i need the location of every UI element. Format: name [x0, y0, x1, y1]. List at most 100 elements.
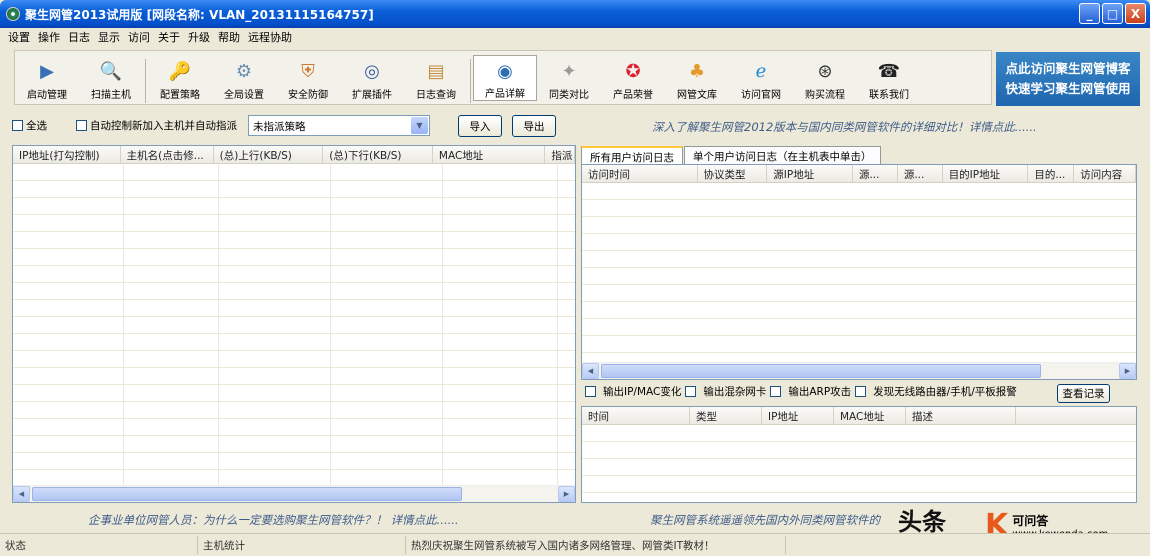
status-bar: 状态 主机统计 热烈庆祝聚生网管系统被写入国内诸多网络管理、网管类IT教材！	[0, 533, 1150, 556]
scroll-right-icon[interactable]: ▶	[1119, 363, 1136, 379]
title-bar[interactable]: 聚生网管2013试用版 [网段名称: VLAN_20131115164757] …	[0, 0, 1150, 28]
close-button[interactable]: X	[1125, 3, 1146, 24]
toolbar-button-6[interactable]: ▤ 日志查询	[404, 59, 468, 102]
leading-link[interactable]: 聚生网管系统遥遥领先国内外同类网管软件的	[650, 512, 880, 528]
minimize-button[interactable]: _	[1079, 3, 1100, 24]
col-description[interactable]: 描述	[906, 407, 1016, 424]
wireless-label: 发现无线路由器/手机/平板报警	[873, 386, 1017, 398]
toolbar-button-5[interactable]: ◎ 扩展插件	[340, 59, 404, 102]
menu-view[interactable]: 显示	[94, 29, 124, 45]
scroll-thumb[interactable]	[32, 487, 462, 501]
auto-control-label: 自动控制新加入主机并自动指派	[90, 119, 237, 132]
toolbar-label: 产品详解	[485, 89, 525, 100]
why-buy-link[interactable]: 企事业单位网管人员：为什么一定要选购聚生网管软件？！ 详情点此......	[88, 512, 459, 528]
checkbox-box[interactable]	[12, 119, 23, 131]
toolbar-button-11[interactable]: ℯ 访问官网	[729, 59, 793, 102]
shield-icon: ⛨	[301, 60, 315, 82]
log-table-body[interactable]	[582, 183, 1136, 362]
status-host-count: 主机统计	[198, 536, 406, 554]
scroll-right-icon[interactable]: ▶	[558, 486, 575, 502]
plugin-icon: ◎	[364, 60, 380, 82]
col-content[interactable]: 访问内容	[1074, 165, 1136, 182]
toolbar-button-3[interactable]: ⚙ 全局设置	[212, 59, 276, 102]
access-log-table: 访问时间 协议类型 源IP地址 源... 源... 目的IP地址 目的... 访…	[581, 164, 1137, 380]
alert-options: 输出IP/MAC变化 输出混杂网卡 输出ARP攻击 发现无线路由器/手机/平板报…	[585, 384, 1017, 399]
menu-log[interactable]: 日志	[64, 29, 94, 45]
promisc-checkbox[interactable]	[685, 386, 697, 397]
maximize-button[interactable]: □	[1102, 3, 1123, 24]
cart-icon: ⊛	[817, 60, 833, 82]
toolbar-button-10[interactable]: ♣ 网管文库	[665, 59, 729, 102]
toolbar-button-4[interactable]: ⛨ 安全防御	[276, 59, 340, 102]
toolbar-button-9[interactable]: ✪ 产品荣誉	[601, 59, 665, 102]
toolbar-button-2[interactable]: 🔑 配置策略	[148, 59, 212, 102]
toolbar-button-7[interactable]: ◉ 产品详解	[473, 55, 537, 101]
magnifier-icon: 🔍	[99, 60, 123, 82]
menu-operate[interactable]: 操作	[34, 29, 64, 45]
play-icon: ▶	[40, 60, 54, 82]
menu-help[interactable]: 帮助	[214, 29, 244, 45]
toolbar-button-1[interactable]: 🔍 扫描主机	[79, 59, 143, 102]
col-ip[interactable]: IP地址(打勾控制)	[13, 146, 121, 163]
app-icon	[6, 7, 20, 21]
scroll-left-icon[interactable]: ◀	[582, 363, 599, 379]
event-table-body[interactable]	[582, 425, 1136, 502]
ipmac-checkbox[interactable]	[585, 386, 596, 397]
col-policy[interactable]: 指派	[545, 146, 575, 163]
toolbar-label: 全局设置	[224, 90, 264, 101]
col-dst-ip[interactable]: 目的IP地址	[943, 165, 1029, 182]
col-download[interactable]: (总)下行(KB/S)	[323, 146, 433, 163]
menu-settings[interactable]: 设置	[4, 29, 34, 45]
col-time[interactable]: 时间	[582, 407, 690, 424]
ad-line-2: 快速学习聚生网管使用	[1005, 81, 1131, 96]
wireless-checkbox[interactable]	[855, 386, 867, 397]
menu-access[interactable]: 访问	[124, 29, 154, 45]
import-button[interactable]: 导入	[458, 115, 502, 137]
tab-all-users-log[interactable]: 所有用户访问日志	[581, 146, 683, 165]
col-type[interactable]: 类型	[690, 407, 762, 424]
col-protocol[interactable]: 协议类型	[698, 165, 768, 182]
toolbar-button-12[interactable]: ⊛ 购买流程	[793, 59, 857, 102]
arp-checkbox[interactable]	[770, 386, 782, 397]
menu-upgrade[interactable]: 升级	[184, 29, 214, 45]
scroll-left-icon[interactable]: ◀	[13, 486, 30, 502]
col-event-mac[interactable]: MAC地址	[834, 407, 906, 424]
log-tabs: 所有用户访问日志 单个用户访问日志（在主机表中单击）	[581, 146, 882, 165]
col-dst-port[interactable]: 目的...	[1028, 165, 1075, 182]
col-mac[interactable]: MAC地址	[433, 146, 546, 163]
col-hostname[interactable]: 主机名(点击修...	[121, 146, 214, 163]
select-all-checkbox[interactable]: 全选	[12, 114, 47, 136]
col-event-ip[interactable]: IP地址	[762, 407, 834, 424]
view-records-button[interactable]: 查看记录	[1057, 384, 1110, 403]
event-table: 时间 类型 IP地址 MAC地址 描述	[581, 406, 1137, 503]
checkbox-box[interactable]	[76, 119, 87, 131]
toolbar-button-0[interactable]: ▶ 启动管理	[15, 59, 79, 102]
scroll-thumb[interactable]	[601, 364, 1041, 378]
toolbar-label: 联系我们	[869, 90, 909, 101]
log-table-scrollbar[interactable]: ◀ ▶	[582, 362, 1136, 379]
host-table-scrollbar[interactable]: ◀ ▶	[13, 485, 575, 502]
export-button[interactable]: 导出	[512, 115, 556, 137]
policy-select[interactable]: 未指派策略 ▼	[248, 115, 430, 136]
col-src-port[interactable]: 源...	[898, 165, 943, 182]
host-table-body[interactable]	[13, 164, 575, 485]
toolbar-button-13[interactable]: ☎ 联系我们	[857, 59, 921, 102]
menu-bar: 设置 操作 日志 显示 访问 关于 升级 帮助 远程协助	[0, 28, 1150, 46]
menu-about[interactable]: 关于	[154, 29, 184, 45]
toolbar-separator	[145, 59, 146, 103]
people-icon: ♣	[688, 60, 706, 82]
col-src-ip[interactable]: 源IP地址	[767, 165, 853, 182]
col-src-mac[interactable]: 源...	[853, 165, 898, 182]
blog-ad-banner[interactable]: 点此访问聚生网管博客 快速学习聚生网管使用	[996, 52, 1140, 106]
auto-control-checkbox[interactable]: 自动控制新加入主机并自动指派	[76, 114, 237, 136]
col-access-time[interactable]: 访问时间	[582, 165, 698, 182]
toolbar-button-8[interactable]: ✦ 同类对比	[537, 59, 601, 102]
chevron-down-icon[interactable]: ▼	[411, 117, 428, 134]
watermark-name: 可问答	[1012, 513, 1049, 528]
tab-single-user-log[interactable]: 单个用户访问日志（在主机表中单击）	[684, 146, 881, 164]
gear-icon: ⚙	[235, 60, 253, 82]
comparison-link[interactable]: 深入了解聚生网管2012版本与国内同类网管软件的详细对比！详情点此......	[652, 119, 1037, 135]
menu-remote[interactable]: 远程协助	[244, 29, 296, 45]
host-table-header: IP地址(打勾控制) 主机名(点击修... (总)上行(KB/S) (总)下行(…	[13, 146, 575, 164]
col-upload[interactable]: (总)上行(KB/S)	[214, 146, 324, 163]
